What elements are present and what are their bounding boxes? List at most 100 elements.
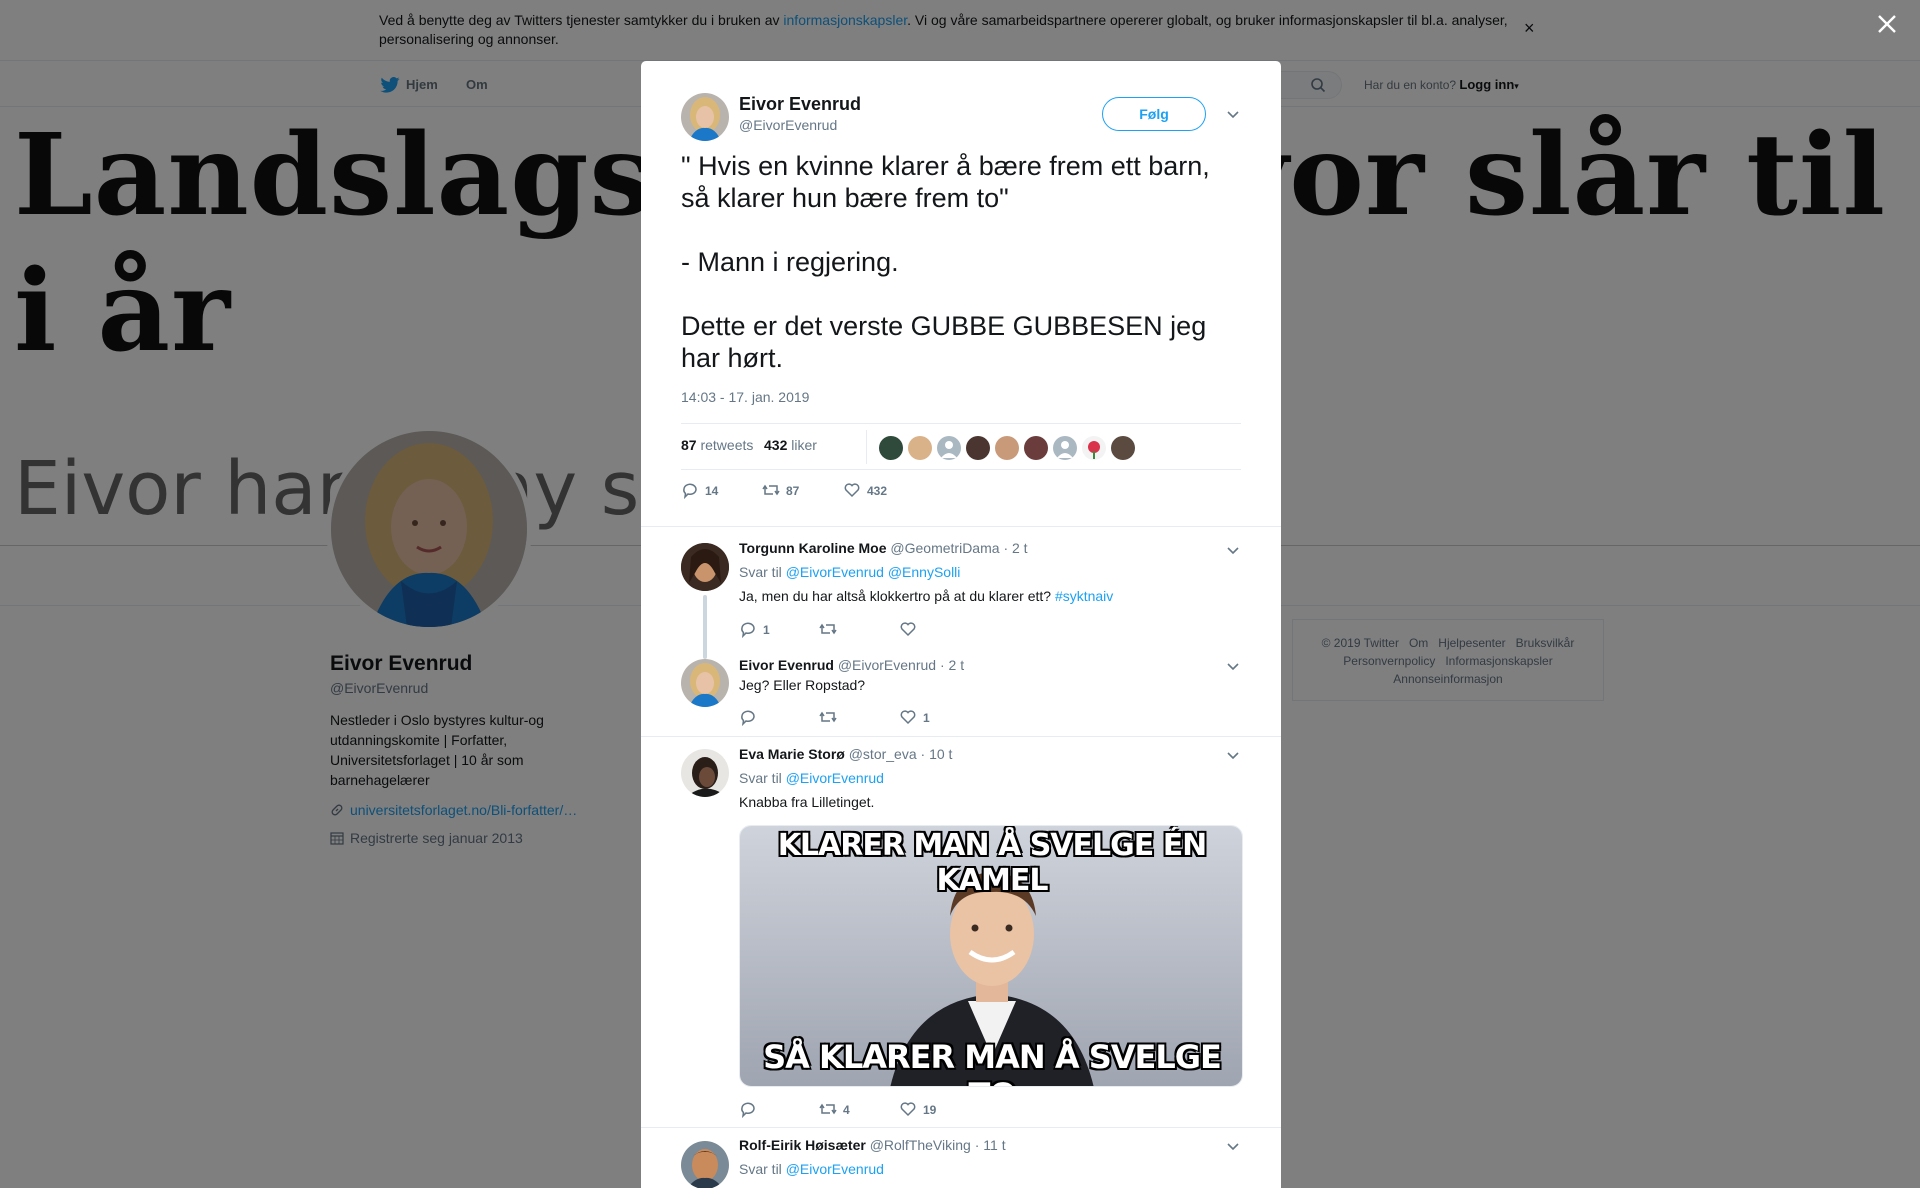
reply-mentions[interactable]: @EivorEvenrud	[786, 1161, 884, 1177]
retweet-stat[interactable]: 87 retweets	[681, 437, 753, 453]
like-button[interactable]: 432	[843, 481, 887, 501]
tweet-actions: 14 87 432	[681, 481, 981, 501]
reply-icon	[683, 483, 697, 500]
chevron-down-icon[interactable]	[1225, 747, 1241, 763]
reply-button[interactable]	[739, 708, 763, 728]
retweet-icon	[762, 484, 780, 496]
chevron-down-icon[interactable]	[1225, 542, 1241, 558]
reply-author-avatar[interactable]	[681, 659, 729, 707]
like-count: 1	[923, 711, 930, 725]
replying-to: Svar til @EivorEvenrud @EnnySolli	[739, 564, 960, 580]
like-button[interactable]: 1	[899, 708, 930, 728]
avatar-portrait	[681, 93, 729, 141]
reply-author-name[interactable]: Rolf-Eirik Høisæter	[739, 1137, 866, 1153]
like-count: 19	[923, 1103, 937, 1117]
reply-author-avatar[interactable]	[681, 749, 729, 797]
liker-avatar[interactable]	[1082, 436, 1106, 460]
liker-avatar[interactable]	[937, 436, 961, 460]
heart-icon	[900, 1102, 916, 1117]
reply-text: Jeg? Eller Ropstad?	[739, 677, 866, 693]
reply-author-avatar[interactable]	[681, 543, 729, 591]
retweet-count: 4	[843, 1103, 850, 1117]
heart-icon	[900, 622, 916, 637]
tweet-text: " Hvis en kvinne klarer å bære frem ett …	[681, 151, 1210, 373]
liker-avatar[interactable]	[1024, 436, 1048, 460]
like-stat-label: liker	[791, 437, 817, 453]
retweet-button[interactable]: 4	[819, 1100, 850, 1120]
reply-header: Eva Marie Storø @stor_eva · 10 t	[739, 746, 952, 762]
reply-author-handle[interactable]: @GeometriDama	[890, 540, 999, 556]
like-stat-count: 432	[764, 437, 788, 453]
reply-text: Ja, men du har altså klokkertro på at du…	[739, 588, 1113, 604]
chevron-down-icon[interactable]	[1225, 1138, 1241, 1154]
reply-button[interactable]: 14	[681, 481, 718, 501]
like-button[interactable]	[899, 620, 923, 640]
divider	[641, 1127, 1281, 1128]
retweet-icon	[819, 1103, 837, 1115]
retweet-stat-label: retweets	[700, 437, 754, 453]
divider	[641, 736, 1281, 737]
heart-icon	[900, 710, 916, 725]
tweet-stats: 87 retweets 432 liker	[681, 423, 1241, 470]
liker-avatar[interactable]	[908, 436, 932, 460]
retweet-stat-count: 87	[681, 437, 697, 453]
replying-to: Svar til @EivorEvenrud	[739, 1161, 884, 1177]
reply-author-handle[interactable]: @stor_eva	[849, 746, 917, 762]
reply-author-handle[interactable]: @EivorEvenrud	[838, 657, 936, 673]
retweet-button[interactable]	[819, 708, 843, 728]
reply-timestamp[interactable]: · 2 t	[1003, 540, 1027, 556]
reply-author-name[interactable]: Torgunn Karoline Moe	[739, 540, 887, 556]
liker-avatar[interactable]	[1053, 436, 1077, 460]
retweet-button[interactable]	[819, 620, 843, 640]
reply-count: 1	[763, 623, 770, 637]
meme-image[interactable]: KLARER MAN Å SVELGE ÉN KAMEL SÅ KLARER M…	[739, 825, 1243, 1087]
hashtag-link[interactable]: #syktnaiv	[1055, 588, 1113, 604]
tweet-timestamp[interactable]: 14:03 - 17. jan. 2019	[681, 389, 809, 405]
tweet-author-avatar[interactable]	[681, 93, 729, 141]
like-button[interactable]: 19	[899, 1100, 936, 1120]
reply-timestamp[interactable]: · 2 t	[940, 657, 964, 673]
reply-button[interactable]: 1	[739, 620, 770, 640]
tweet-author-name[interactable]: Eivor Evenrud	[739, 94, 861, 115]
tweet-author-handle[interactable]: @EivorEvenrud	[739, 117, 837, 133]
retweet-count: 87	[786, 484, 800, 498]
reply-mentions[interactable]: @EivorEvenrud @EnnySolli	[786, 564, 961, 580]
reply-header: Torgunn Karoline Moe @GeometriDama · 2 t	[739, 540, 1028, 556]
divider	[641, 526, 1281, 527]
close-icon[interactable]	[1874, 11, 1900, 37]
replying-to-label: Svar til	[739, 770, 782, 786]
reply-actions: 1	[739, 620, 1039, 640]
chevron-down-icon[interactable]	[1225, 106, 1241, 122]
reply-mentions[interactable]: @EivorEvenrud	[786, 770, 884, 786]
liker-avatar[interactable]	[995, 436, 1019, 460]
reply-actions: 1	[739, 708, 1039, 728]
thread-connector-line	[703, 595, 707, 659]
retweet-icon	[819, 623, 837, 635]
default-avatar-icon	[1057, 441, 1073, 458]
retweet-icon	[819, 711, 837, 723]
reply-count: 14	[705, 484, 719, 498]
liker-avatar[interactable]	[1111, 436, 1135, 460]
reply-timestamp[interactable]: · 11 t	[975, 1137, 1006, 1153]
like-stat[interactable]: 432 liker	[764, 437, 817, 453]
liker-avatar[interactable]	[879, 436, 903, 460]
heart-icon	[844, 483, 860, 498]
reply-author-name[interactable]: Eivor Evenrud	[739, 657, 834, 673]
reply-timestamp[interactable]: · 10 t	[921, 746, 953, 762]
reply-actions: 4 19	[739, 1100, 1039, 1120]
liker-avatar[interactable]	[966, 436, 990, 460]
follow-button[interactable]: Følg	[1102, 97, 1206, 131]
rose-icon	[1088, 441, 1100, 459]
replying-to-label: Svar til	[739, 564, 782, 580]
avatar-portrait	[681, 543, 729, 591]
chevron-down-icon[interactable]	[1225, 658, 1241, 674]
reply-button[interactable]	[739, 1100, 763, 1120]
retweet-button[interactable]: 87	[762, 481, 799, 501]
reply-author-handle[interactable]: @RolfTheViking	[870, 1137, 971, 1153]
reply-author-avatar[interactable]	[681, 1141, 729, 1188]
like-count: 432	[867, 484, 888, 498]
reply-header: Rolf-Eirik Høisæter @RolfTheViking · 11 …	[739, 1137, 1006, 1153]
avatar-portrait	[681, 1141, 729, 1188]
reply-author-name[interactable]: Eva Marie Storø	[739, 746, 845, 762]
reply-icon	[741, 622, 755, 639]
